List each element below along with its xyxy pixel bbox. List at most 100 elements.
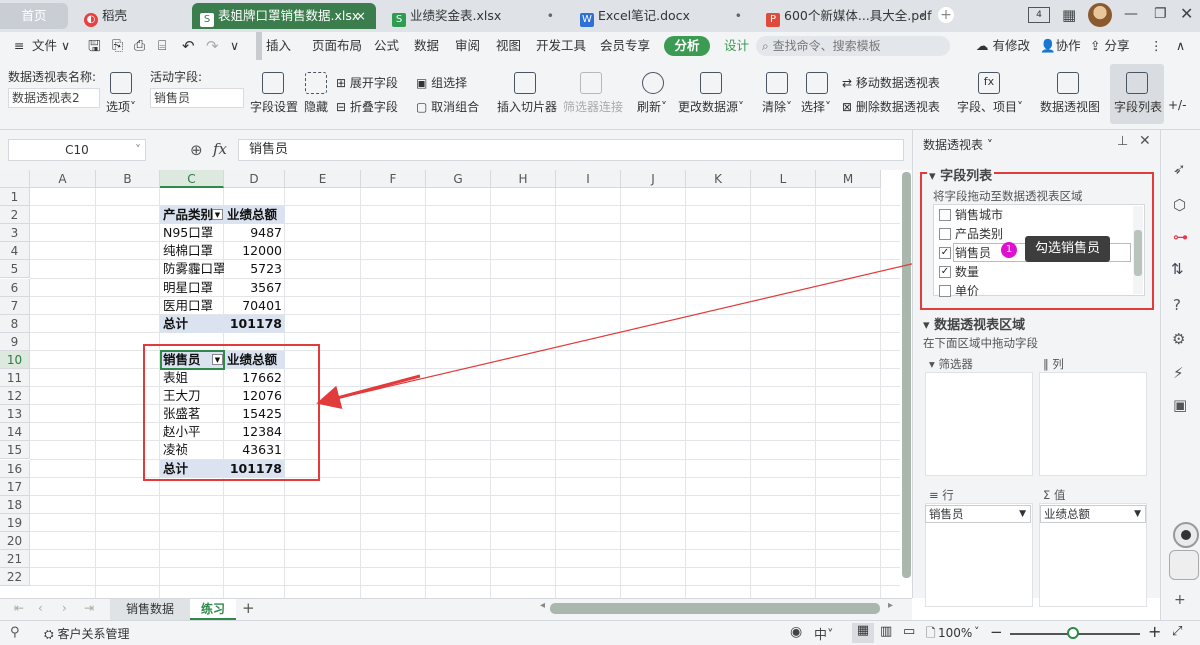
row-header[interactable]: 10 — [0, 350, 30, 369]
tab-file2[interactable]: S 业绩奖金表.xlsx • — [384, 3, 564, 29]
menu-file[interactable]: 文件 ∨ — [32, 32, 70, 60]
add-sheet-icon[interactable]: + — [242, 599, 255, 617]
tab-daoke[interactable]: ◐ 稻壳 — [76, 3, 176, 29]
row-header[interactable]: 22 — [0, 568, 30, 587]
save-icon[interactable]: 🖫 — [88, 32, 101, 60]
search-box[interactable]: ⌕ 查找命令、搜索模板 — [756, 36, 950, 56]
close-tab-icon[interactable]: × — [356, 3, 366, 29]
close-panel-icon[interactable]: ✕ — [1139, 133, 1151, 149]
zoom-in-icon[interactable]: + — [1148, 622, 1161, 641]
menu-vip[interactable]: 会员专享 — [600, 32, 650, 60]
collapse-ribbon-icon[interactable]: ∧ — [1176, 32, 1185, 60]
field-item[interactable]: 销售城市 — [937, 206, 1131, 224]
pin-icon[interactable]: ⊥ — [1117, 134, 1128, 149]
scroll-right-icon[interactable]: ▸ — [888, 600, 893, 611]
row-header[interactable]: 21 — [0, 550, 30, 568]
row-header[interactable]: 12 — [0, 387, 30, 406]
move-pt-button[interactable]: ⇄ 移动数据透视表 — [842, 74, 940, 91]
column-header[interactable]: D — [224, 170, 285, 188]
vertical-scroll-thumb[interactable] — [902, 172, 911, 578]
sheet-tab-practice[interactable]: 练习 — [190, 599, 236, 620]
first-sheet-icon[interactable]: ⇤ — [14, 601, 24, 615]
next-sheet-icon[interactable]: › — [62, 601, 67, 615]
menu-formula[interactable]: 公式 — [374, 32, 399, 60]
name-box[interactable]: C10 ˅ — [8, 139, 146, 161]
pivot-row-label[interactable]: 医用口罩 — [160, 297, 224, 315]
restore-icon[interactable]: ❐ — [1154, 6, 1167, 22]
add-icon[interactable]: + — [1174, 592, 1186, 608]
row-header[interactable]: 6 — [0, 278, 30, 297]
lightning-icon[interactable]: ⚡ — [1173, 364, 1184, 382]
row-header[interactable]: 2 — [0, 206, 30, 225]
normal-view-icon[interactable]: ▦ — [852, 623, 874, 643]
ungroup-button[interactable]: ▢ 取消组合 — [416, 98, 479, 115]
help-icon[interactable]: ? — [1173, 296, 1181, 314]
row-field-pill[interactable]: 销售员 ▼ — [925, 505, 1031, 523]
macro-icon[interactable]: ⚲ — [10, 625, 20, 640]
shape-icon[interactable]: ⬡ — [1173, 196, 1186, 214]
sheet-tab-sales[interactable]: 销售数据 — [110, 599, 190, 620]
row-header[interactable]: 4 — [0, 242, 30, 261]
slider-icon[interactable]: ⊶ — [1173, 228, 1188, 246]
row-header[interactable]: 18 — [0, 495, 30, 514]
book-icon[interactable]: ▣ — [1173, 396, 1187, 414]
column-header[interactable]: F — [361, 170, 426, 188]
column-header[interactable]: C — [160, 170, 224, 188]
column-header[interactable]: K — [686, 170, 751, 188]
menu-dev[interactable]: 开发工具 — [536, 32, 586, 60]
formula-input[interactable]: 销售员 — [238, 139, 904, 161]
row-header[interactable]: 5 — [0, 260, 30, 279]
tab-file1[interactable]: S 表姐牌口罩销售数据.xlsx × — [192, 3, 376, 29]
column-header[interactable]: L — [751, 170, 816, 188]
row-header[interactable]: 1 — [0, 188, 30, 206]
options-button[interactable]: 选项˅ — [106, 98, 136, 115]
menu-design[interactable]: 设计 — [724, 32, 749, 60]
filter-conn-button[interactable]: 筛选器连接 — [563, 98, 623, 115]
field-list-button[interactable]: 字段列表 — [1110, 64, 1164, 124]
window-layout-icon[interactable]: 4 — [1028, 7, 1050, 23]
spreadsheet-grid[interactable]: ABCDEFGHIJKLM 1 2 3 4 5 6 7 8 9 10 11 12 13 14 15 16 17 1… — [0, 170, 900, 598]
row-header[interactable]: 19 — [0, 513, 30, 532]
menu-layout[interactable]: 页面布局 — [312, 32, 362, 60]
page-view-icon[interactable]: ▥ — [880, 624, 892, 639]
row-header[interactable]: 16 — [0, 459, 30, 478]
robot-mascot-icon[interactable] — [1163, 522, 1200, 586]
preview-icon[interactable]: ⌸ — [158, 32, 166, 60]
row-header[interactable]: 14 — [0, 423, 30, 442]
filter-dropdown-icon[interactable]: ▼ — [212, 209, 223, 221]
pivot-value-cell[interactable]: 12000 — [224, 242, 285, 260]
fullscreen-icon[interactable]: ⤢ — [1172, 624, 1182, 639]
refresh-button[interactable]: 刷新˅ — [637, 98, 667, 115]
tab-file4[interactable]: P 600个新媒体...具大全.pdf • — [758, 3, 936, 29]
row-header[interactable]: 7 — [0, 296, 30, 315]
pivot-row-label[interactable]: N95口罩 — [160, 224, 224, 242]
column-header[interactable]: H — [491, 170, 556, 188]
menu-analyze[interactable]: 分析 — [664, 36, 710, 56]
pivot-row-label[interactable]: 纯棉口罩 — [160, 242, 224, 260]
more-icon[interactable]: ⋮ — [1150, 32, 1163, 60]
column-header[interactable]: B — [96, 170, 160, 188]
row-header[interactable]: 9 — [0, 332, 30, 351]
close-tab-icon[interactable]: • — [735, 3, 742, 29]
menu-data[interactable]: 数据 — [414, 32, 439, 60]
plus-minus-button[interactable]: +/- — [1168, 98, 1186, 112]
changes-button[interactable]: ☁ 有修改 — [976, 32, 1030, 60]
menu-insert[interactable]: 插入 — [256, 32, 291, 60]
crm-button[interactable]: ⛭ 客户关系管理 — [44, 625, 129, 642]
pivot-header-cell[interactable]: 产品类别 ▼ — [160, 206, 224, 225]
delete-pt-button[interactable]: ⊠ 删除数据透视表 — [842, 98, 940, 115]
group-select-button[interactable]: ▣ 组选择 — [416, 74, 467, 91]
scroll-left-icon[interactable]: ◂ — [540, 600, 545, 611]
field-checkbox[interactable]: ✓ — [939, 247, 951, 259]
select-all-corner[interactable] — [0, 170, 30, 188]
zoom-value[interactable]: 100% — [938, 626, 972, 640]
eye-icon[interactable]: ◉ — [790, 624, 802, 640]
zoom-dropdown-icon[interactable]: ˅ — [974, 625, 980, 638]
field-item[interactable]: ✓ 数量 — [937, 263, 1131, 281]
pivot-row-label[interactable]: 明星口罩 — [160, 279, 224, 297]
hide-button[interactable]: 隐藏 — [304, 98, 328, 115]
rocket-icon[interactable]: ➶ — [1173, 160, 1186, 178]
field-item[interactable]: 单价 — [937, 282, 1131, 300]
row-header[interactable]: 8 — [0, 314, 30, 333]
share-button[interactable]: ⇪ 分享 — [1090, 32, 1129, 60]
